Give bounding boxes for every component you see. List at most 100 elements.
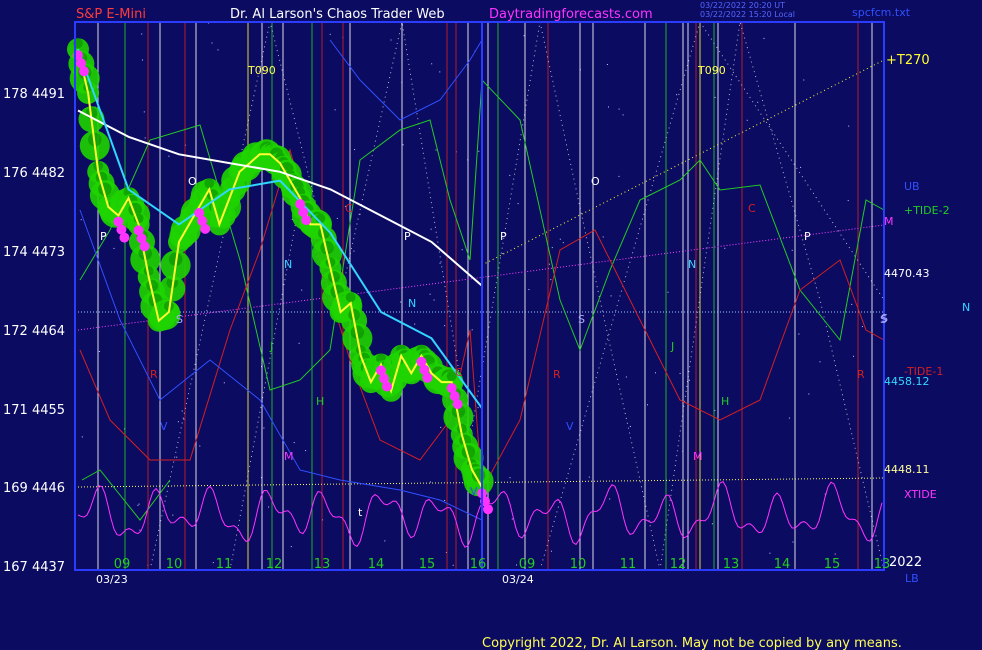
star	[757, 101, 759, 103]
annotation-label: V	[160, 420, 168, 433]
annotation-label: C	[345, 202, 353, 215]
star	[788, 417, 790, 419]
right-level-label: XTIDE	[904, 488, 937, 501]
annotation-label: R	[150, 368, 158, 381]
annotation-label: R	[857, 368, 865, 381]
annotation-label: H	[316, 395, 324, 408]
star	[181, 410, 183, 412]
star	[618, 108, 620, 110]
star	[523, 35, 525, 37]
star	[610, 295, 612, 297]
star	[559, 238, 561, 240]
star	[329, 33, 331, 35]
star	[177, 421, 179, 423]
annotation-label: T090	[697, 64, 726, 77]
star	[199, 445, 201, 447]
annotation-label: P	[804, 230, 811, 243]
star	[609, 498, 611, 500]
pink-marker	[422, 372, 433, 383]
star	[431, 63, 433, 65]
star	[808, 393, 810, 395]
star	[746, 119, 748, 121]
x-tick-label: 11	[216, 557, 233, 572]
star	[384, 540, 386, 542]
star	[798, 333, 800, 335]
star	[688, 379, 690, 381]
annotation-label: N	[688, 258, 696, 271]
star	[139, 529, 141, 531]
star	[548, 263, 550, 265]
star	[714, 96, 716, 98]
star	[249, 237, 251, 239]
annotation-label: N	[284, 258, 292, 271]
star	[137, 504, 139, 506]
annotation-label: V	[566, 420, 574, 433]
site-title: Dr. Al Larson's Chaos Trader Web	[230, 7, 445, 22]
star	[711, 523, 713, 525]
right-level-label: 4458.12	[884, 375, 930, 388]
chart-background	[0, 0, 982, 650]
star	[183, 418, 185, 420]
y-tick-label: 176 4482	[3, 166, 65, 181]
star	[861, 326, 863, 328]
annotation-label: S	[880, 313, 887, 326]
star	[217, 49, 219, 51]
star	[402, 144, 404, 146]
star	[562, 242, 564, 244]
star	[461, 249, 463, 251]
star	[528, 289, 530, 290]
star	[667, 291, 669, 293]
star	[819, 361, 821, 363]
star	[848, 125, 850, 127]
pink-marker	[119, 232, 130, 243]
chart-canvas: 178 4491 176 4482 174 4473 172 4464 171 4455…	[0, 0, 982, 650]
star	[168, 155, 170, 157]
right-level-label: 4448.11	[884, 463, 930, 476]
star	[141, 33, 143, 35]
star	[625, 376, 627, 378]
star	[414, 323, 416, 325]
timestamp-ut: 03/22/2022 20:20 UT	[700, 1, 785, 10]
star	[800, 166, 802, 168]
star	[334, 109, 336, 111]
star	[298, 342, 300, 344]
x-tick-label: 15	[824, 557, 841, 572]
star	[336, 217, 338, 219]
annotation-label: J	[269, 340, 273, 353]
star	[113, 247, 115, 249]
year-label: 2022	[889, 555, 922, 570]
star	[452, 564, 454, 566]
site-url[interactable]: Daytradingforecasts.com	[489, 7, 653, 22]
x-tick-label: 09	[519, 557, 536, 572]
star	[602, 236, 604, 238]
x-tick-label: 11	[620, 557, 637, 572]
y-tick-label: 174 4473	[3, 245, 65, 260]
star	[647, 404, 648, 406]
star	[847, 200, 849, 202]
x-tick-label: 09	[114, 557, 131, 572]
y-tick-label: 178 4491	[3, 87, 65, 102]
star	[478, 150, 480, 152]
star	[679, 372, 681, 374]
x-tick-label: 13	[314, 557, 331, 572]
star	[263, 427, 265, 429]
star	[509, 477, 511, 479]
pink-marker	[139, 241, 150, 252]
annotation-label: O	[188, 175, 197, 188]
annotation-label: S	[578, 313, 585, 326]
x-tick-label: 14	[774, 557, 791, 572]
annotation-label: P	[500, 230, 507, 243]
star	[606, 64, 608, 65]
right-level-label: M	[884, 215, 894, 228]
date-label: 03/23	[96, 573, 128, 586]
right-level-label: UB	[904, 180, 920, 193]
annotation-label: P	[100, 230, 107, 243]
star	[142, 59, 143, 61]
lb-label: LB	[905, 572, 919, 585]
star	[353, 250, 355, 252]
file-name: spcfcm.txt	[852, 6, 911, 19]
star	[618, 175, 620, 177]
annotation-label: S	[176, 313, 183, 326]
star	[803, 79, 805, 81]
star	[433, 299, 435, 301]
